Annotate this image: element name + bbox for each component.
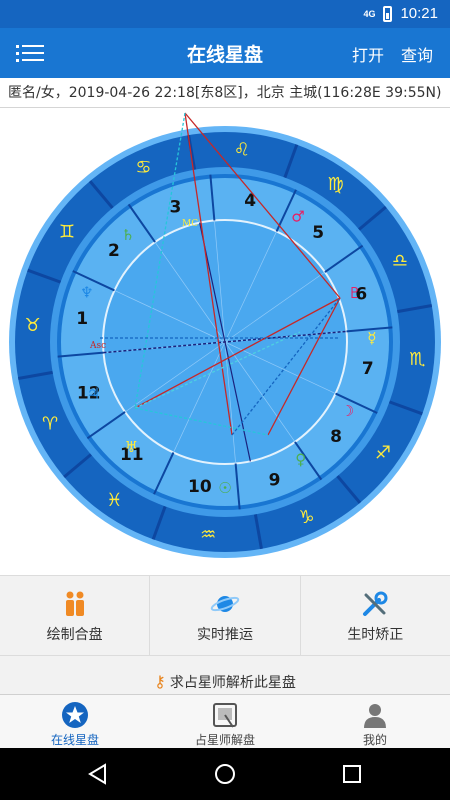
- house-number: 3: [169, 198, 181, 218]
- tool-bar: 绘制合盘 实时推运 生时矫正: [0, 575, 450, 656]
- tab-mine-label: 我的: [362, 733, 387, 747]
- zodiac-glyph: ♊: [59, 221, 75, 242]
- zodiac-glyph: ♎: [392, 250, 408, 271]
- planet-glyph: ♇: [348, 284, 361, 302]
- house-number: 4: [244, 191, 256, 211]
- zodiac-glyph: ♓: [106, 490, 122, 511]
- tab-online-chart-label: 在线星盘: [50, 733, 99, 747]
- planet-glyph: ♆: [80, 284, 93, 302]
- planet-glyph: ☿: [367, 329, 376, 347]
- zodiac-glyph: ♏: [409, 349, 425, 370]
- consult-astrologer-link[interactable]: ⚷ 求占星师解析此星盘: [0, 656, 450, 694]
- open-button[interactable]: 打开: [352, 42, 384, 66]
- user-icon: [364, 704, 386, 728]
- house-number: 1: [76, 309, 88, 329]
- zodiac-glyph: ♋: [135, 157, 151, 178]
- house-number: 5: [312, 223, 324, 243]
- key-icon: ⚷: [154, 672, 166, 691]
- planet-glyph: ☽: [341, 402, 354, 420]
- zodiac-glyph: ♐: [375, 443, 391, 464]
- planet-glyph: ♄: [121, 226, 134, 244]
- mc-label: MC: [182, 219, 198, 229]
- planet-glyph: ♅: [125, 438, 138, 456]
- zodiac-glyph: ♑: [298, 507, 314, 528]
- rectify-label: 生时矫正: [347, 627, 404, 643]
- planet-glyph: ♃: [87, 385, 100, 403]
- tab-mine[interactable]: 我的: [300, 695, 450, 748]
- natal-wheel[interactable]: ♈♉♊♋♌♍♎♏♐♑♒♓123 456789101112MCAsc☉☽☿♀♂♃♄♅…: [0, 108, 450, 575]
- synastry-button[interactable]: 绘制合盘: [0, 576, 151, 655]
- planet-glyph: ♂: [291, 208, 304, 226]
- couple-icon: [65, 591, 84, 616]
- zodiac-glyph: ♍: [328, 174, 344, 195]
- birth-info: 匿名/女，2019-04-26 22:18[东8区]，北京 主城(116:28E…: [0, 78, 450, 108]
- astrology-chart[interactable]: ♈ ♉ ♊ ♋ ♌ ♍ ♎ ♏ ♐ ♑ ♒ ♓ 1 2 3 4 5 6 7 8 9 10 11 12 MC Asc ☉ ☽ ☿ ♀ ♂ ♃ ♄ ♅…: [0, 108, 450, 575]
- search-button[interactable]: 查询: [401, 42, 433, 66]
- house-number: 2: [108, 241, 120, 261]
- app-bar: 在线星盘 打开 查询: [0, 28, 450, 78]
- back-icon[interactable]: [86, 762, 110, 786]
- tab-astrologer[interactable]: 占星师解盘: [150, 695, 300, 748]
- zodiac-glyph: ♈: [42, 414, 58, 435]
- planet-glyph: ♀: [295, 451, 306, 469]
- system-nav-bar: [0, 748, 450, 800]
- bottom-tab-bar: 在线星盘 占星师解盘 我的: [0, 694, 450, 748]
- tablet-icon: [213, 703, 237, 728]
- asc-label: Asc: [89, 341, 106, 351]
- rectify-button[interactable]: 生时矫正: [301, 576, 450, 655]
- planet-icon: [210, 596, 240, 612]
- zodiac-glyph: ♌: [234, 140, 250, 161]
- wrench-icon: [363, 591, 388, 616]
- house-number: 9: [269, 470, 281, 490]
- planet-glyph: ☉: [218, 479, 231, 497]
- synastry-label: 绘制合盘: [46, 627, 103, 643]
- recents-icon[interactable]: [340, 762, 364, 786]
- transit-button[interactable]: 实时推运: [150, 576, 301, 655]
- house-number: 7: [362, 359, 374, 379]
- home-icon[interactable]: [213, 762, 237, 786]
- transit-label: 实时推运: [196, 627, 253, 643]
- star-icon: [62, 702, 88, 728]
- zodiac-glyph: ♒: [200, 524, 216, 545]
- zodiac-glyph: ♉: [25, 315, 41, 336]
- clock: 10:21: [400, 5, 438, 22]
- battery-icon: [383, 5, 393, 22]
- house-number: 10: [188, 477, 212, 497]
- house-number: 8: [330, 427, 342, 447]
- tab-online-chart[interactable]: 在线星盘: [0, 695, 150, 748]
- tab-astrologer-label: 占星师解盘: [194, 733, 255, 747]
- consult-label: 求占星师解析此星盘: [169, 675, 296, 691]
- status-bar: 4G 10:21: [0, 0, 450, 28]
- network-indicator: 4G: [363, 8, 376, 19]
